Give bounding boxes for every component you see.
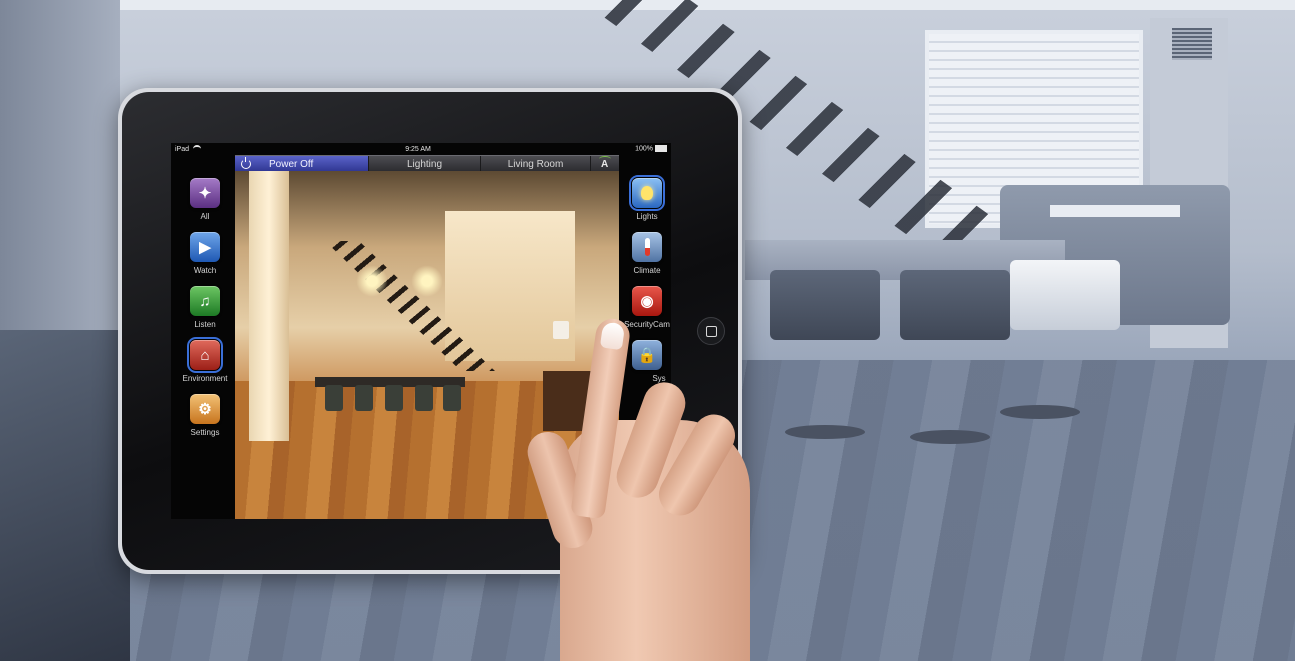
home-button[interactable] (697, 317, 725, 345)
dining-chair (355, 385, 373, 411)
lightbulb-icon (629, 175, 665, 211)
fingernail (599, 321, 626, 351)
battery-icon (654, 145, 667, 153)
menu-item-watch[interactable]: ▶ Watch (175, 227, 235, 281)
menu-item-label: All (200, 212, 210, 221)
menu-item-lights[interactable]: Lights (617, 173, 671, 227)
house-icon: ⌂ (187, 337, 223, 373)
lamp-shade (553, 321, 569, 339)
room-selector[interactable]: Living Room (481, 156, 591, 172)
top-control-bar: Power Off Lighting Living Room (235, 155, 619, 172)
dining-table (1050, 205, 1180, 217)
signal-button[interactable] (591, 156, 619, 172)
power-icon (241, 157, 251, 169)
lighting-tab[interactable]: Lighting (369, 156, 481, 172)
menu-item-label: Lights (636, 212, 658, 221)
home-square-icon (705, 325, 717, 337)
dining-chair (443, 385, 461, 411)
menu-item-label: Environment (182, 374, 228, 383)
menu-item-settings[interactable]: ⚙ Settings (175, 389, 235, 443)
dining-chair (325, 385, 343, 411)
left-app-menu: ✦ All ▶ Watch ♫ Listen ⌂ Environment ⚙ S… (175, 173, 235, 443)
bar-stool (900, 270, 1010, 340)
air-vent (1172, 28, 1212, 60)
clock: 9:25 AM (405, 145, 431, 153)
foreground-chair (0, 330, 130, 661)
white-chair-base (1000, 405, 1080, 419)
bar-stool-base (785, 425, 865, 439)
lighting-label: Lighting (406, 158, 443, 170)
music-note-icon: ♫ (190, 286, 220, 316)
menu-item-label: Climate (633, 266, 661, 275)
menu-item-label: SecurityCam (624, 320, 670, 329)
power-off-label: Power Off (269, 158, 314, 170)
dining-chair (385, 385, 403, 411)
device-name: iPad (175, 145, 190, 153)
security-camera-icon: ◉ (632, 286, 662, 316)
antenna-icon (599, 156, 611, 170)
status-bar: iPad 9:25 AM 100% (171, 143, 671, 155)
menu-item-label: Settings (190, 428, 220, 437)
power-off-button[interactable]: Power Off (235, 156, 369, 172)
dining-chair (415, 385, 433, 411)
menu-item-label: Listen (194, 320, 216, 329)
chandelier (410, 261, 444, 301)
battery-percent: 100% (635, 145, 653, 153)
menu-item-climate[interactable]: Climate (617, 227, 671, 281)
camera-icon: ▶ (190, 232, 220, 262)
lock-icon: 🔒 (632, 340, 662, 370)
menu-item-all[interactable]: ✦ All (175, 173, 235, 227)
gears-icon: ⚙ (190, 394, 220, 424)
room-label: Living Room (507, 158, 564, 170)
compass-icon: ✦ (190, 178, 220, 208)
white-chair (1010, 260, 1120, 330)
menu-item-listen[interactable]: ♫ Listen (175, 281, 235, 335)
bar-stool (770, 270, 880, 340)
menu-item-environment[interactable]: ⌂ Environment (175, 335, 235, 389)
wifi-icon (193, 145, 202, 153)
chandelier (355, 261, 389, 301)
thermometer-icon (632, 232, 662, 262)
bar-stool-base (910, 430, 990, 444)
column (249, 171, 289, 441)
menu-item-label: Watch (193, 266, 217, 275)
